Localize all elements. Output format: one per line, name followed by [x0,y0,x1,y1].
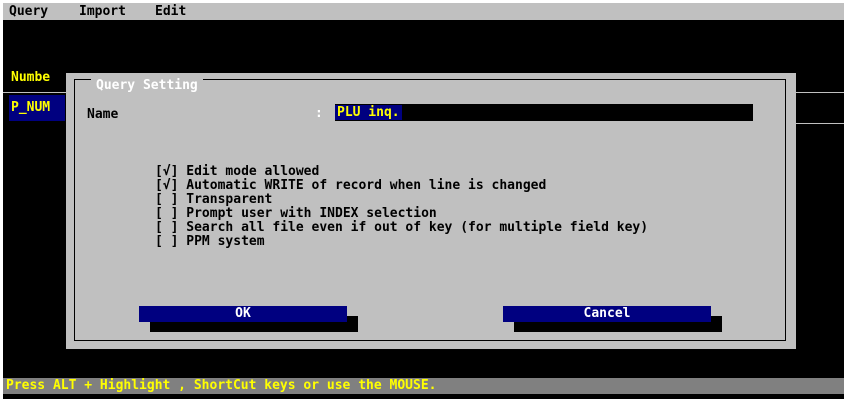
name-input-value: PLU inq. [335,105,402,120]
status-bar: Press ALT + Highlight , ShortCut keys or… [3,378,844,394]
background-divider [3,92,66,93]
menu-edit[interactable]: Edit [151,3,190,20]
background-pnum-label: P_NUM [9,95,65,121]
query-setting-dialog: Query Setting Name : PLU inq. [√] Edit m… [66,73,796,349]
checkbox-ppm-system[interactable]: [ ] [155,234,178,249]
name-input[interactable]: PLU inq. [335,104,753,121]
menu-import[interactable]: Import [75,3,130,20]
dos-screen: Query Import Edit Numbe P_NUM Query Sett… [3,3,844,399]
ok-button[interactable]: OK [139,306,347,322]
name-colon: : [315,106,323,121]
menu-query[interactable]: Query [5,3,52,20]
name-label: Name [87,107,119,122]
menu-bar: Query Import Edit [3,3,844,20]
option-ppm-system[interactable]: [ ] PPM system [108,221,265,263]
background-number-label: Numbe [11,70,51,85]
cancel-button[interactable]: Cancel [503,306,711,322]
background-divider-right [796,92,844,93]
dialog-title: Query Setting [91,79,203,93]
option-ppm-system-label: PPM system [186,234,265,249]
background-divider-right-lower [796,123,844,124]
